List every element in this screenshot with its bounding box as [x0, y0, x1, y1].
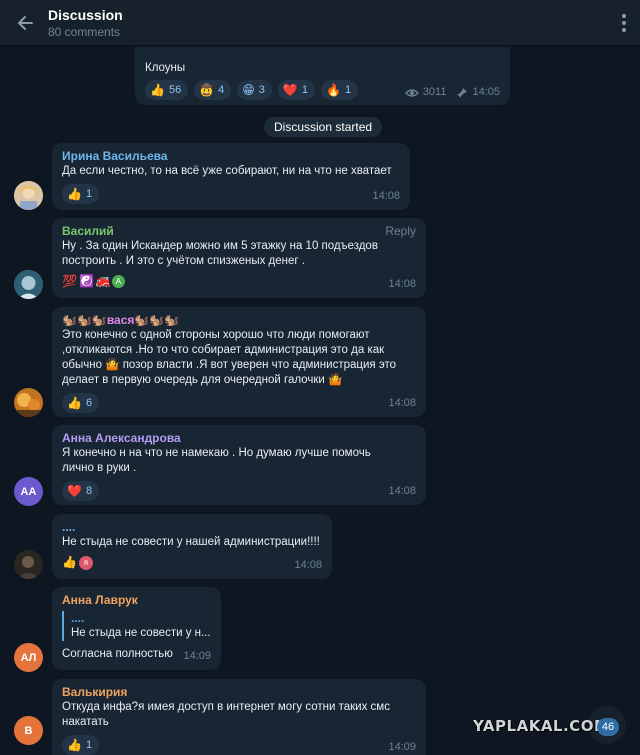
message-text: Ну . За один Искандер можно им 5 этажку …: [62, 240, 378, 267]
thumbs-up-icon: 👍: [67, 396, 82, 410]
reaction-count: 1: [344, 83, 352, 96]
message-text: Да если честно, то на всё уже собирают, …: [62, 165, 392, 177]
yin-yang-icon: ☯️: [78, 273, 94, 288]
message-reactions[interactable]: 💯 ☯️ 🚒 A: [62, 273, 416, 289]
thumbs-up-icon: 👍: [150, 83, 165, 97]
message-text: Это конечно с одной стороны хорошо что л…: [62, 329, 396, 386]
heart-icon: ❤️: [282, 83, 298, 97]
reaction-count: 56: [168, 83, 182, 96]
reaction-heart[interactable]: ❤️ 1: [277, 80, 315, 100]
message-bubble[interactable]: Анна Лаврук .... Не стыда не совести у н…: [52, 587, 221, 670]
message-time: 14:08: [388, 485, 416, 497]
avatar[interactable]: В: [14, 716, 43, 745]
view-count: 3011: [422, 86, 447, 98]
reaction-thumbs-up[interactable]: 👍 1: [62, 735, 100, 755]
message-reactions: 👍 6: [62, 393, 416, 413]
reply-quote[interactable]: .... Не стыда не совести у н...: [62, 611, 211, 641]
eye-icon: [404, 88, 419, 97]
reaction-count: 3: [258, 83, 265, 96]
avatar[interactable]: [14, 181, 43, 210]
cowboy-icon: 🤠: [199, 83, 215, 97]
message-time: 14:08: [388, 278, 416, 290]
reactor-avatar: A: [111, 274, 125, 288]
message-reactions[interactable]: 👍 я: [62, 555, 322, 570]
avatar[interactable]: АА: [14, 477, 43, 506]
fire-icon: 🔥: [326, 83, 341, 97]
post-meta: 3011 14:05: [404, 85, 500, 100]
reply-button[interactable]: Reply: [385, 224, 416, 239]
reaction-thumbs-up[interactable]: 👍 6: [62, 393, 100, 413]
heart-icon: ❤️: [67, 484, 82, 498]
back-arrow-icon[interactable]: [14, 12, 36, 34]
avatar-initials: АА: [20, 485, 37, 498]
grin-icon: 😁: [242, 83, 255, 97]
hundred-icon: 💯: [62, 273, 77, 288]
reaction-count: 1: [301, 83, 308, 96]
reaction-count: 1: [85, 738, 93, 751]
message-text: Я конечно н на что не намекаю . Но думаю…: [62, 447, 371, 474]
message-author[interactable]: Ирина Васильева: [62, 149, 400, 164]
avatar-initials: АЛ: [20, 651, 37, 664]
message-bubble[interactable]: Анна Александрова Я конечно н на что не …: [52, 425, 426, 505]
reaction-thumbs-up[interactable]: 👍 1: [62, 184, 100, 204]
message-bubble[interactable]: Ирина Васильева Да если честно, то на вс…: [52, 143, 410, 210]
unread-count-badge: 46: [597, 718, 619, 736]
message-author[interactable]: Анна Александрова: [62, 431, 416, 446]
message-bubble[interactable]: 🐿️🐿️🐿️вася🐿️🐿️🐿️ Это конечно с одной сто…: [52, 307, 426, 417]
avatar[interactable]: [14, 270, 43, 299]
reaction-count: 4: [218, 83, 225, 96]
reaction-grin[interactable]: 😁 3: [237, 80, 272, 100]
reaction-heart[interactable]: ❤️ 8: [62, 481, 100, 501]
message-text: Откуда инфа?я имея доступ в интернет мог…: [62, 701, 390, 728]
message-bubble[interactable]: .... Не стыда не совести у нашей админис…: [52, 514, 332, 579]
message-author[interactable]: 🐿️🐿️🐿️вася🐿️🐿️🐿️: [62, 313, 416, 328]
post-time: 14:05: [472, 86, 500, 98]
avatar[interactable]: АЛ: [14, 643, 43, 672]
message-reactions: ❤️ 8: [62, 481, 416, 501]
message-time: 14:08: [372, 190, 400, 202]
avatar-initials: В: [24, 724, 33, 737]
reaction-count: 6: [85, 396, 93, 409]
reaction-cowboy[interactable]: 🤠 4: [194, 80, 232, 100]
quote-author: ....: [71, 611, 85, 625]
pin-icon: [457, 87, 468, 98]
message-author[interactable]: Валькирия: [62, 685, 416, 700]
message-bubble[interactable]: Василий Reply Ну . За один Искандер можн…: [52, 218, 426, 298]
chat-title: Discussion: [48, 7, 123, 23]
message-reactions: 👍 1: [62, 735, 416, 755]
fire-engine-icon: 🚒: [95, 273, 111, 288]
thumbs-up-icon: 👍: [67, 738, 82, 752]
chat-header: Discussion 80 comments: [0, 0, 640, 46]
message-time: 14:08: [388, 397, 416, 409]
message-time: 14:09: [183, 650, 211, 662]
message-text: Не стыда не совести у нашей администраци…: [62, 536, 320, 548]
watermark-logo: YAPLAKAL.COM: [473, 717, 610, 735]
message-time: 14:09: [388, 741, 416, 753]
message-author[interactable]: Василий: [62, 224, 416, 239]
more-vertical-icon[interactable]: [620, 12, 628, 34]
comment-count: 80 comments: [48, 25, 121, 39]
post-text: Клоуны: [145, 62, 186, 74]
reaction-thumbs-up[interactable]: 👍 56: [145, 80, 189, 100]
reaction-count: 1: [85, 187, 93, 200]
reactor-avatar: я: [78, 555, 93, 570]
avatar[interactable]: [14, 550, 43, 579]
avatar[interactable]: [14, 388, 43, 417]
message-reactions: 👍 1: [62, 184, 400, 204]
thumbs-up-icon: 👍: [67, 187, 82, 201]
message-author[interactable]: ....: [62, 520, 322, 535]
message-time: 14:08: [294, 559, 322, 571]
message-author[interactable]: Анна Лаврук: [62, 593, 211, 608]
message-bubble[interactable]: Валькирия Откуда инфа?я имея доступ в ин…: [52, 679, 426, 755]
reaction-fire[interactable]: 🔥 1: [321, 80, 359, 100]
reaction-count: 8: [85, 484, 93, 497]
quote-text: Не стыда не совести у н...: [71, 627, 211, 639]
original-post[interactable]: Клоуны 👍 56 🤠 4 😁 3 ❤️ 1 🔥 1 3011 14:05: [135, 47, 510, 105]
discussion-started-label: Discussion started: [264, 117, 383, 137]
thumbs-up-icon: 👍: [62, 555, 77, 569]
